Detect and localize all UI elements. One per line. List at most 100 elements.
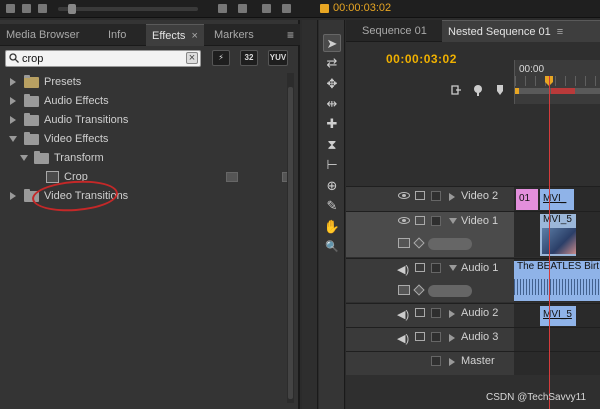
zoom-tool-icon[interactable]: 🔍 (323, 238, 341, 256)
source-scrub-bar[interactable] (58, 7, 198, 11)
marker-icon[interactable] (494, 84, 506, 96)
tab-markers[interactable]: Markers (208, 24, 260, 46)
expand-arrow-icon[interactable] (449, 193, 455, 201)
panel-menu-icon[interactable]: ≡ (557, 26, 563, 38)
expand-arrow-icon[interactable] (10, 192, 16, 200)
search-input[interactable] (22, 51, 182, 66)
filmstrip-icon[interactable] (415, 216, 425, 225)
collapse-arrow-icon[interactable] (9, 136, 17, 142)
tree-item-presets[interactable]: Presets (0, 73, 285, 91)
accelerated-effects-button[interactable]: ⚡ (212, 50, 230, 66)
expand-arrow-icon[interactable] (449, 310, 455, 318)
track-content[interactable]: MVI_5 (514, 212, 600, 257)
ripple-edit-tool-icon[interactable]: ✥ (323, 75, 341, 93)
pen-tool-icon[interactable]: ✎ (323, 197, 341, 215)
track-video-1: Video 1 MVI_5 (346, 211, 600, 257)
add-marker-icon[interactable] (472, 84, 484, 96)
lock-toggle[interactable] (431, 263, 441, 273)
eye-icon[interactable] (398, 217, 410, 224)
track-select-tool-icon[interactable]: ⇄ (323, 54, 341, 72)
play-control-icon[interactable] (282, 4, 291, 13)
snap-icon[interactable] (450, 84, 462, 96)
keyframe-navigator[interactable] (428, 238, 472, 250)
track-video-2: Video 2 01 MVI_ (346, 186, 600, 211)
speaker-icon[interactable]: ◀) (397, 263, 409, 276)
play-control-icon[interactable] (38, 4, 47, 13)
filmstrip-icon[interactable] (415, 191, 425, 200)
audio-icon[interactable] (415, 263, 425, 272)
track-content[interactable]: MVI_5 (514, 304, 600, 327)
collapse-arrow-icon[interactable] (20, 155, 28, 161)
eye-icon[interactable] (398, 192, 410, 199)
tree-item-transform[interactable]: Transform (0, 149, 285, 167)
lock-toggle[interactable] (431, 308, 441, 318)
audio-icon[interactable] (415, 308, 425, 317)
track-content[interactable]: The BEATLES Birt (514, 259, 600, 302)
tab-info[interactable]: Info (102, 24, 132, 46)
expand-arrow-icon[interactable] (10, 116, 16, 124)
speaker-icon[interactable]: ◀) (397, 332, 409, 345)
close-tab-icon[interactable]: × (191, 30, 197, 42)
tree-item-audio-transitions[interactable]: Audio Transitions (0, 111, 285, 129)
play-control-icon[interactable] (22, 4, 31, 13)
rate-stretch-tool-icon[interactable]: ✚ (323, 115, 341, 133)
expand-arrow-icon[interactable] (10, 78, 16, 86)
display-style-icon[interactable] (398, 238, 410, 248)
clip[interactable]: MVI_5 (540, 214, 576, 256)
playhead-line[interactable] (549, 76, 550, 409)
clip[interactable]: 01 (516, 189, 538, 210)
clip[interactable]: MVI_5 (540, 306, 576, 326)
tab-effects[interactable]: Effects × (146, 24, 204, 46)
32bit-effects-button[interactable]: 32 (240, 50, 258, 66)
slip-tool-icon[interactable]: ⊢ (323, 156, 341, 174)
slide-tool-icon[interactable]: ⊕ (323, 177, 341, 195)
keyframe-icon[interactable] (413, 284, 425, 296)
yuv-effects-button[interactable]: YUV (268, 50, 288, 66)
timeline-tabs: Sequence 01 Nested Sequence 01 ≡ (346, 20, 600, 42)
tree-item-video-effects[interactable]: Video Effects (0, 130, 285, 148)
play-control-icon[interactable] (6, 4, 15, 13)
collapse-arrow-icon[interactable] (449, 265, 457, 271)
tree-item-audio-effects[interactable]: Audio Effects (0, 92, 285, 110)
lock-toggle[interactable] (431, 216, 441, 226)
display-style-icon[interactable] (398, 285, 410, 295)
tab-sequence-01[interactable]: Sequence 01 (356, 20, 433, 42)
presets-folder-icon (24, 75, 39, 88)
audio-icon[interactable] (415, 332, 425, 341)
expand-arrow-icon[interactable] (10, 97, 16, 105)
hand-tool-icon[interactable]: ✋ (323, 218, 341, 236)
tab-nested-sequence-01[interactable]: Nested Sequence 01 ≡ (442, 20, 600, 42)
play-control-icon[interactable] (218, 4, 227, 13)
selection-tool-icon[interactable]: ➤ (323, 34, 341, 52)
play-control-icon[interactable] (262, 4, 271, 13)
lock-toggle[interactable] (431, 356, 441, 366)
expand-arrow-icon[interactable] (449, 334, 455, 342)
speaker-icon[interactable]: ◀) (397, 308, 409, 321)
play-control-icon[interactable] (238, 4, 247, 13)
scrollbar-thumb[interactable] (288, 87, 293, 399)
program-timecode[interactable]: 00:00:03:02 (333, 2, 391, 14)
time-ruler[interactable]: 00:00 (514, 60, 600, 104)
collapse-arrow-icon[interactable] (449, 218, 457, 224)
expand-arrow-icon[interactable] (449, 358, 455, 366)
tree-item-crop[interactable]: Crop (0, 168, 288, 186)
rolling-edit-tool-icon[interactable]: ⇹ (323, 95, 341, 113)
track-content[interactable] (514, 328, 600, 351)
search-box[interactable]: × (5, 50, 201, 67)
sequence-timecode[interactable]: 00:00:03:02 (386, 52, 457, 66)
track-content[interactable] (514, 352, 600, 375)
source-scrub-knob[interactable] (68, 4, 76, 14)
clear-search-icon[interactable]: × (186, 52, 198, 64)
track-content[interactable]: 01 MVI_ (514, 187, 600, 211)
clip[interactable]: MVI_ (540, 189, 574, 210)
work-area-start[interactable] (515, 88, 519, 94)
lock-toggle[interactable] (431, 332, 441, 342)
tab-media-browser[interactable]: Media Browser (0, 24, 85, 46)
keyframe-icon[interactable] (413, 237, 425, 249)
clip[interactable]: The BEATLES Birt (514, 261, 600, 301)
panel-menu-icon[interactable]: ≡ (287, 24, 294, 46)
razor-tool-icon[interactable]: ⧗ (323, 136, 341, 154)
lock-toggle[interactable] (431, 191, 441, 201)
scrollbar[interactable] (287, 73, 294, 403)
keyframe-navigator[interactable] (428, 285, 472, 297)
